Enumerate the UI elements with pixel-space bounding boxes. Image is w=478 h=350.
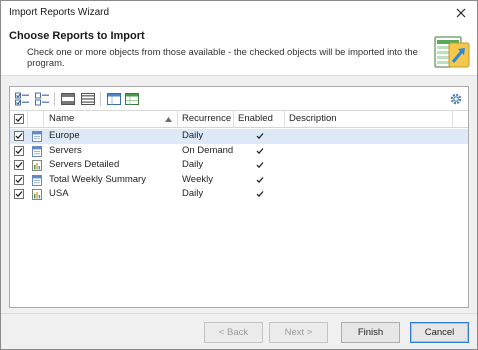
row-name: Servers <box>49 144 82 156</box>
row-select-checkbox[interactable] <box>14 145 24 156</box>
row-recurrence: Daily <box>182 130 204 141</box>
column-header-recurrence[interactable]: Recurrence <box>178 111 234 128</box>
report-icon <box>32 160 42 171</box>
page-description: Check one or more objects from those ava… <box>27 46 418 68</box>
row-enabled-checkbox[interactable] <box>255 131 265 141</box>
report-icon <box>32 131 42 142</box>
checkmark-icon <box>15 176 23 183</box>
icon-column-header <box>28 111 44 128</box>
page-title: Choose Reports to Import <box>9 30 145 42</box>
row-name: Europe <box>49 130 80 141</box>
report-icon <box>32 189 42 200</box>
toolbar-separator <box>100 92 101 106</box>
report-icon <box>32 145 42 157</box>
checkmark-icon <box>256 176 264 183</box>
title-bar: Import Reports Wizard <box>1 1 477 25</box>
close-icon <box>456 8 466 18</box>
row-select-checkbox[interactable] <box>14 131 24 141</box>
wizard-footer: < Back Next > Finish Cancel <box>1 313 477 349</box>
row-enabled-checkbox[interactable] <box>255 175 265 185</box>
checkmark-icon <box>15 116 23 123</box>
checkmark-icon <box>256 191 264 198</box>
report-icon <box>32 131 42 142</box>
row-recurrence: Daily <box>182 159 204 170</box>
cancel-button[interactable]: Cancel <box>410 322 469 343</box>
row-recurrence: On Demand <box>182 144 234 156</box>
uncheck-all-icon <box>35 92 49 106</box>
toolbar-separator <box>54 92 55 106</box>
sort-ascending-icon <box>165 117 172 122</box>
row-select-checkbox[interactable] <box>14 174 24 185</box>
checkmark-icon <box>15 162 23 169</box>
reports-grid: Name Recurrence Enabled Description Euro… <box>9 86 469 308</box>
select-all-header[interactable] <box>10 111 28 128</box>
ungroup-rows-icon <box>81 93 95 105</box>
table-row[interactable]: Europe Daily <box>10 129 468 144</box>
report-icon <box>32 189 42 200</box>
group-rows-button[interactable] <box>60 91 76 107</box>
report-icon <box>32 174 42 186</box>
checkmark-icon <box>256 133 264 140</box>
ungroup-rows-button[interactable] <box>80 91 96 107</box>
uncheck-all-button[interactable] <box>34 91 50 107</box>
row-recurrence: Weekly <box>182 173 213 185</box>
select-all-checkbox[interactable] <box>14 114 24 124</box>
import-reports-icon <box>434 36 470 68</box>
back-button[interactable]: < Back <box>204 322 263 343</box>
next-button[interactable]: Next > <box>269 322 328 343</box>
row-name: Total Weekly Summary <box>49 173 146 185</box>
close-button[interactable] <box>451 3 471 23</box>
report-icon <box>32 174 42 186</box>
checkmark-icon <box>256 147 264 154</box>
grid-settings-button[interactable] <box>448 91 464 107</box>
column-header-enabled[interactable]: Enabled <box>234 111 285 128</box>
settings-icon <box>450 93 462 105</box>
check-all-icon <box>15 92 29 106</box>
check-all-button[interactable] <box>14 91 30 107</box>
row-enabled-checkbox[interactable] <box>255 160 265 170</box>
wizard-header: Choose Reports to Import Check one or mo… <box>1 25 477 75</box>
table-row[interactable]: Servers Detailed Daily <box>10 158 468 173</box>
import-reports-wizard-window: Import Reports Wizard Choose Reports to … <box>0 0 478 350</box>
checkmark-icon <box>15 147 23 154</box>
collapse-columns-button[interactable] <box>124 91 140 107</box>
table-row[interactable]: Servers On Demand <box>10 144 468 159</box>
grid-toolbar <box>10 87 468 111</box>
row-name: USA <box>49 188 69 199</box>
collapse-columns-icon <box>125 93 139 105</box>
report-icon <box>32 160 42 171</box>
row-select-checkbox[interactable] <box>14 160 24 170</box>
checkmark-icon <box>15 133 23 140</box>
report-icon <box>32 145 42 157</box>
expand-columns-icon <box>107 93 121 105</box>
row-name: Servers Detailed <box>49 159 120 170</box>
checkmark-icon <box>15 191 23 198</box>
column-header-description[interactable]: Description <box>285 111 453 128</box>
column-header-name[interactable]: Name <box>44 111 178 128</box>
grid-column-header: Name Recurrence Enabled Description <box>10 111 468 128</box>
row-select-checkbox[interactable] <box>14 189 24 199</box>
checkmark-icon <box>256 162 264 169</box>
expand-columns-button[interactable] <box>106 91 122 107</box>
window-title: Import Reports Wizard <box>9 7 110 18</box>
table-row[interactable]: USA Daily <box>10 187 468 202</box>
content-area: Name Recurrence Enabled Description Euro… <box>1 75 477 313</box>
row-enabled-checkbox[interactable] <box>255 189 265 199</box>
group-rows-icon <box>61 93 75 105</box>
row-enabled-checkbox[interactable] <box>255 146 265 156</box>
table-row[interactable]: Total Weekly Summary Weekly <box>10 173 468 188</box>
finish-button[interactable]: Finish <box>341 322 400 343</box>
row-recurrence: Daily <box>182 188 204 199</box>
